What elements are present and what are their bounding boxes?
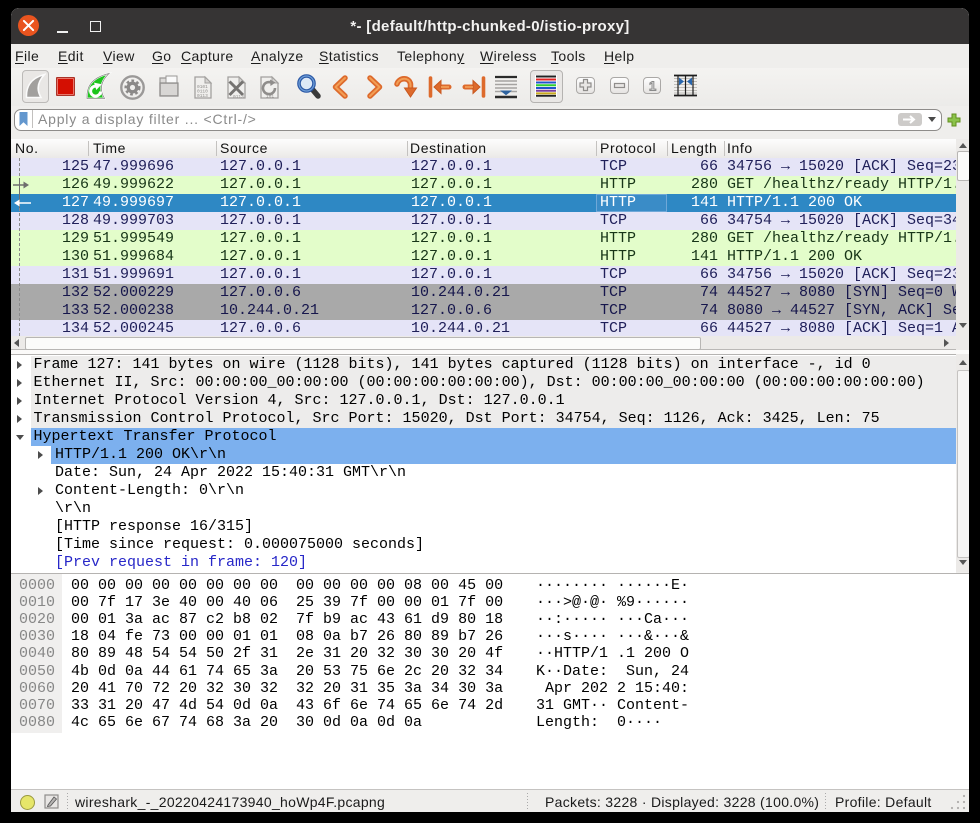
svg-text:1: 1 bbox=[649, 79, 656, 94]
svg-text:0113: 0113 bbox=[197, 93, 208, 99]
svg-text:0113: 0113 bbox=[233, 94, 244, 100]
svg-text:101: 101 bbox=[266, 94, 274, 100]
